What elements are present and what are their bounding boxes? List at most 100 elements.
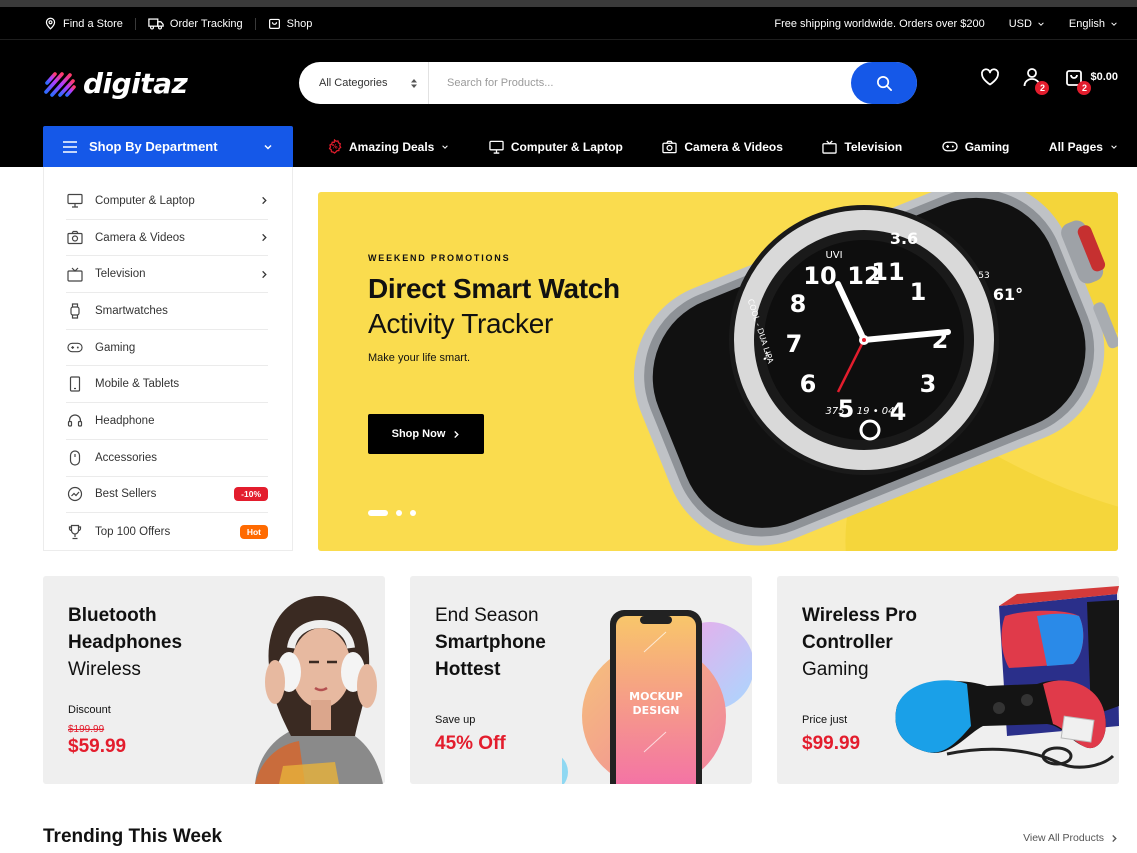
- chevron-down-icon: [1111, 21, 1117, 26]
- slide-dot[interactable]: [410, 510, 416, 516]
- sidebar-item-gaming[interactable]: Gaming: [66, 330, 268, 367]
- headphone-icon: [66, 412, 84, 430]
- svg-text:%: %: [331, 144, 337, 151]
- hero-title: Direct Smart Watch: [368, 273, 620, 304]
- account-button[interactable]: 2: [1021, 66, 1050, 95]
- nav-gaming[interactable]: Gaming: [942, 140, 1009, 154]
- location-pin-icon: [45, 17, 56, 30]
- hour-3: 3: [920, 370, 937, 398]
- hour-6: 6: [800, 370, 817, 398]
- nav-computer-laptop[interactable]: Computer & Laptop: [489, 140, 623, 154]
- monitor-icon: [489, 140, 504, 154]
- shop-now-button[interactable]: Shop Now: [368, 414, 484, 454]
- hour-7: 7: [786, 330, 803, 358]
- search-category-select[interactable]: All Categories: [299, 62, 429, 104]
- nav-television[interactable]: Television: [822, 140, 902, 154]
- shop-link[interactable]: Shop: [268, 17, 313, 30]
- promo-card-smartphone[interactable]: MOCKUP DESIGN End Season Smartphone Hott…: [410, 576, 752, 784]
- phone-text-2: DESIGN: [633, 704, 680, 717]
- promo-price: $99.99: [802, 733, 861, 754]
- sidebar-item-television[interactable]: Television: [66, 256, 268, 294]
- utility-links: Find a Store Order Tracking Shop: [44, 7, 312, 40]
- nav-amazing-deals[interactable]: % Amazing Deals: [327, 139, 449, 154]
- site-logo[interactable]: digitaz: [43, 67, 188, 100]
- tablet-icon: [66, 375, 84, 393]
- nav-computer-laptop-label: Computer & Laptop: [510, 139, 623, 154]
- sidebar-item-label: Headphone: [95, 414, 155, 427]
- promo-card-controller[interactable]: Wireless Pro Controller Gaming Price jus…: [777, 576, 1119, 784]
- slide-dot[interactable]: [396, 510, 402, 516]
- find-store-label: Find a Store: [63, 17, 123, 30]
- promo-line-2: Smartphone: [435, 632, 546, 653]
- promo-text: End Season Smartphone Hottest: [435, 602, 546, 683]
- mouse-icon: [66, 449, 84, 467]
- nav-camera-videos-label: Camera & Videos: [684, 139, 783, 154]
- order-tracking-label: Order Tracking: [169, 17, 243, 30]
- chevron-down-icon: [442, 144, 449, 149]
- promo-card-headphones[interactable]: Bluetooth Headphones Wireless Discount $…: [43, 576, 385, 784]
- watch-temp: 61°: [993, 285, 1023, 304]
- cart-button[interactable]: 2 $0.00: [1063, 66, 1118, 95]
- promo-line-2: Controller: [802, 632, 893, 653]
- game-controller-image: [895, 586, 1119, 769]
- promo-line-1: Bluetooth: [68, 605, 157, 626]
- sidebar-item-mobile-tablets[interactable]: Mobile & Tablets: [66, 366, 268, 404]
- cart-total: $0.00: [1090, 71, 1118, 83]
- sidebar-item-accessories[interactable]: Accessories: [66, 440, 268, 477]
- nav-all-pages[interactable]: All Pages: [1049, 140, 1118, 154]
- sidebar-item-label: Gaming: [95, 341, 136, 354]
- sidebar-item-smartwatches[interactable]: Smartwatches: [66, 293, 268, 330]
- utility-bar: Find a Store Order Tracking Shop Free sh…: [0, 7, 1137, 40]
- hero-description: Make your life smart.: [368, 352, 471, 364]
- tv-icon: [66, 265, 84, 283]
- find-store-link[interactable]: Find a Store: [44, 17, 123, 30]
- watch-top-number: 3.6: [890, 229, 918, 248]
- music-note-icon: ♪: [762, 347, 770, 364]
- tv-icon: [822, 139, 838, 154]
- promo-line-1: Wireless Pro: [802, 605, 917, 626]
- watch-bottom-text: 375 • 19 • 04: [825, 406, 894, 417]
- chevron-down-icon: [1038, 21, 1044, 26]
- promo-line-3: Gaming: [802, 659, 869, 680]
- promo-line-2: Headphones: [68, 632, 183, 653]
- sidebar-item-top-100-offers[interactable]: Top 100 Offers Hot: [66, 513, 268, 550]
- logo-mark-icon: [44, 71, 76, 97]
- sidebar-item-label: Top 100 Offers: [95, 525, 171, 538]
- promo-text: Wireless Pro Controller Gaming: [802, 602, 917, 683]
- header-actions: 2 2 $0.00: [979, 66, 1118, 95]
- department-sidebar: Computer & Laptop Camera & Videos Televi…: [43, 167, 293, 551]
- shop-by-department-button[interactable]: Shop By Department: [43, 126, 293, 167]
- sidebar-item-label: Camera & Videos: [95, 231, 185, 244]
- view-all-products-link[interactable]: View All Products: [1023, 832, 1118, 844]
- divider: [134, 17, 136, 30]
- slide-dot[interactable]: [368, 510, 388, 516]
- view-all-label: View All Products: [1023, 832, 1104, 844]
- sidebar-item-computer-laptop[interactable]: Computer & Laptop: [66, 183, 268, 220]
- currency-select[interactable]: USD: [1009, 18, 1045, 30]
- language-select[interactable]: English: [1069, 18, 1118, 30]
- chevron-right-icon: [454, 430, 460, 438]
- discount-tag: -10%: [234, 487, 268, 502]
- camera-icon: [662, 140, 678, 153]
- search-input[interactable]: [429, 62, 851, 104]
- smartphone-image: MOCKUP DESIGN: [562, 610, 752, 784]
- sidebar-item-label: Television: [95, 268, 146, 281]
- wishlist-button[interactable]: [979, 66, 1001, 88]
- shipping-note: Free shipping worldwide. Orders over $20…: [774, 17, 985, 30]
- shop-label: Shop: [286, 17, 313, 30]
- sidebar-item-best-sellers[interactable]: Best Sellers -10%: [66, 477, 268, 514]
- hour-8: 8: [790, 290, 807, 318]
- nav-camera-videos[interactable]: Camera & Videos: [662, 140, 783, 154]
- gamepad-icon: [66, 339, 84, 357]
- trend-icon: [66, 485, 84, 503]
- language-value: English: [1068, 17, 1105, 30]
- search-button[interactable]: [851, 62, 917, 104]
- smartwatch-image: 12 1 2 3 4 5 6 7 8 10 11 3.6 UVI 61° 53 …: [633, 192, 1118, 551]
- heart-icon: [981, 68, 1000, 86]
- watch-icon: [66, 302, 84, 320]
- hero-eyebrow: WEEKEND PROMOTIONS: [368, 253, 511, 263]
- order-tracking-link[interactable]: Order Tracking: [148, 17, 243, 30]
- sidebar-item-headphone[interactable]: Headphone: [66, 403, 268, 440]
- sidebar-item-camera-videos[interactable]: Camera & Videos: [66, 220, 268, 257]
- promo-small-label: Discount: [68, 704, 111, 716]
